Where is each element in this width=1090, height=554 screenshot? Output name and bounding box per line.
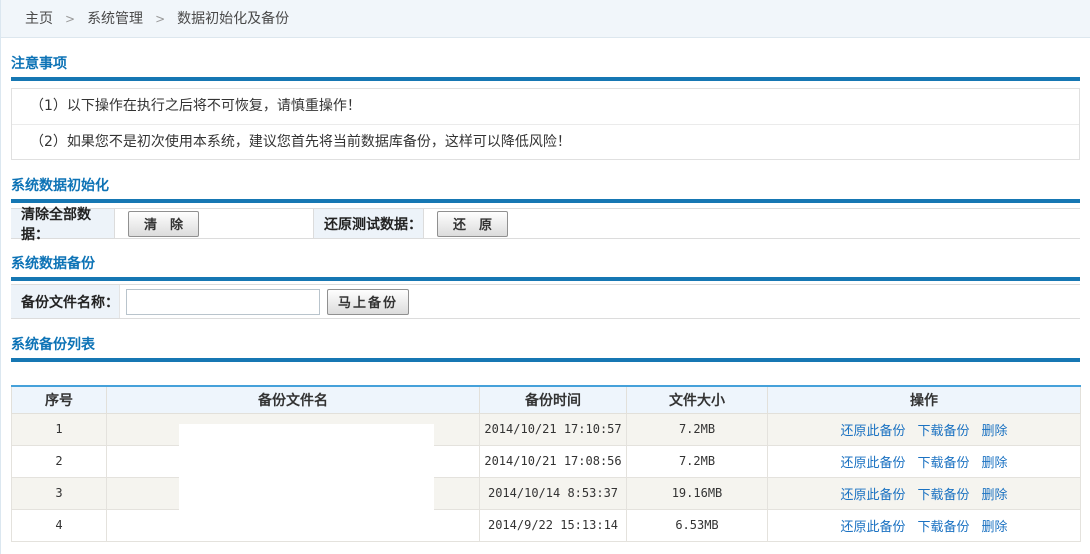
- restore-test-data-label: 还原测试数据：: [313, 209, 423, 238]
- clear-button-cell: 清 除: [114, 209, 313, 238]
- delete-link[interactable]: 删除: [982, 456, 1008, 471]
- section-divider: [11, 77, 1080, 81]
- section-divider: [11, 358, 1080, 362]
- notice-item: （2）如果您不是初次使用本系统，建议您首先将当前数据库备份，这样可以降低风险！: [12, 124, 1079, 159]
- table-row: 42014/9/22 15:13:146.53MB还原此备份下载备份删除: [12, 509, 1081, 541]
- download-backup-link[interactable]: 下载备份: [917, 456, 969, 471]
- backup-filename-label: 备份文件名称：: [11, 285, 119, 318]
- row-index-cell: 1: [12, 413, 107, 445]
- column-header: 文件大小: [627, 386, 768, 413]
- breadcrumb-separator: >: [65, 12, 75, 26]
- column-header: 序号: [12, 386, 107, 413]
- restore-button[interactable]: 还 原: [437, 211, 508, 237]
- row-index-cell: 4: [12, 509, 107, 541]
- actions-cell: 还原此备份下载备份删除: [768, 445, 1081, 477]
- file-size-cell: 7.2MB: [627, 445, 768, 477]
- file-size-cell: 7.2MB: [627, 413, 768, 445]
- backup-table: 序号备份文件名备份时间文件大小操作 1 2014/10/21 17:10:577.…: [11, 385, 1081, 542]
- table-row: 12014/10/21 17:10:577.2MB还原此备份下载备份删除: [12, 413, 1081, 445]
- restore-button-cell: 还 原: [423, 209, 1080, 238]
- backup-time-cell: 2014/10/14 8:53:37: [480, 477, 627, 509]
- backup-table-body: 12014/10/21 17:10:577.2MB还原此备份下载备份删除2201…: [12, 413, 1081, 541]
- column-header: 操作: [768, 386, 1081, 413]
- backup-section-title: 系统数据备份: [11, 256, 1080, 272]
- breadcrumb-item-2[interactable]: 系统管理: [87, 11, 143, 27]
- restore-backup-link[interactable]: 还原此备份: [840, 424, 905, 439]
- backup-field-cell: 马上备份: [119, 285, 1080, 318]
- section-divider: [11, 199, 1080, 203]
- table-row: 22014/10/21 17:08:567.2MB还原此备份下载备份删除: [12, 445, 1081, 477]
- backup-now-button[interactable]: 马上备份: [327, 289, 409, 315]
- download-backup-link[interactable]: 下载备份: [917, 488, 969, 503]
- clear-data-label: 清除全部数据：: [11, 209, 114, 238]
- notice-list: （1）以下操作在执行之后将不可恢复，请慎重操作！（2）如果您不是初次使用本系统，…: [11, 88, 1080, 160]
- download-backup-link[interactable]: 下载备份: [917, 520, 969, 535]
- redaction-overlay: [179, 424, 434, 515]
- backup-time-cell: 2014/9/22 15:13:14: [480, 509, 627, 541]
- actions-cell: 还原此备份下载备份删除: [768, 413, 1081, 445]
- delete-link[interactable]: 删除: [982, 520, 1008, 535]
- restore-backup-link[interactable]: 还原此备份: [840, 488, 905, 503]
- row-index-cell: 3: [12, 477, 107, 509]
- actions-cell: 还原此备份下载备份删除: [768, 509, 1081, 541]
- column-header: 备份时间: [480, 386, 627, 413]
- table-row: 32014/10/14 8:53:3719.16MB还原此备份下载备份删除: [12, 477, 1081, 509]
- delete-link[interactable]: 删除: [982, 488, 1008, 503]
- breadcrumb: 主页 > 系统管理 > 数据初始化及备份: [1, 0, 1090, 38]
- restore-backup-link[interactable]: 还原此备份: [840, 520, 905, 535]
- backup-time-cell: 2014/10/21 17:08:56: [480, 445, 627, 477]
- notice-section-title: 注意事项: [11, 56, 1080, 72]
- backup-filename-input[interactable]: [126, 289, 320, 315]
- breadcrumb-item-1[interactable]: 主页: [25, 11, 53, 27]
- row-index-cell: 2: [12, 445, 107, 477]
- breadcrumb-separator: >: [155, 12, 165, 26]
- backup-time-cell: 2014/10/21 17:10:57: [480, 413, 627, 445]
- download-backup-link[interactable]: 下载备份: [917, 424, 969, 439]
- backup-form-row: 备份文件名称： 马上备份: [11, 284, 1080, 319]
- file-size-cell: 6.53MB: [627, 509, 768, 541]
- init-action-row: 清除全部数据： 清 除 还原测试数据： 还 原: [11, 208, 1080, 239]
- column-header: 备份文件名: [107, 386, 480, 413]
- init-section-title: 系统数据初始化: [11, 178, 1080, 194]
- breadcrumb-item-3: 数据初始化及备份: [177, 11, 289, 27]
- notice-item: （1）以下操作在执行之后将不可恢复，请慎重操作！: [12, 89, 1079, 124]
- main-content: 注意事项 （1）以下操作在执行之后将不可恢复，请慎重操作！（2）如果您不是初次使…: [1, 56, 1090, 542]
- restore-backup-link[interactable]: 还原此备份: [840, 456, 905, 471]
- file-size-cell: 19.16MB: [627, 477, 768, 509]
- clear-button[interactable]: 清 除: [128, 211, 199, 237]
- section-divider: [11, 277, 1080, 281]
- actions-cell: 还原此备份下载备份删除: [768, 477, 1081, 509]
- list-section-title: 系统备份列表: [11, 337, 1080, 353]
- backup-table-header-row: 序号备份文件名备份时间文件大小操作: [12, 386, 1081, 413]
- delete-link[interactable]: 删除: [982, 424, 1008, 439]
- page: { "breadcrumb": { "separator": ">", "ite…: [0, 0, 1090, 554]
